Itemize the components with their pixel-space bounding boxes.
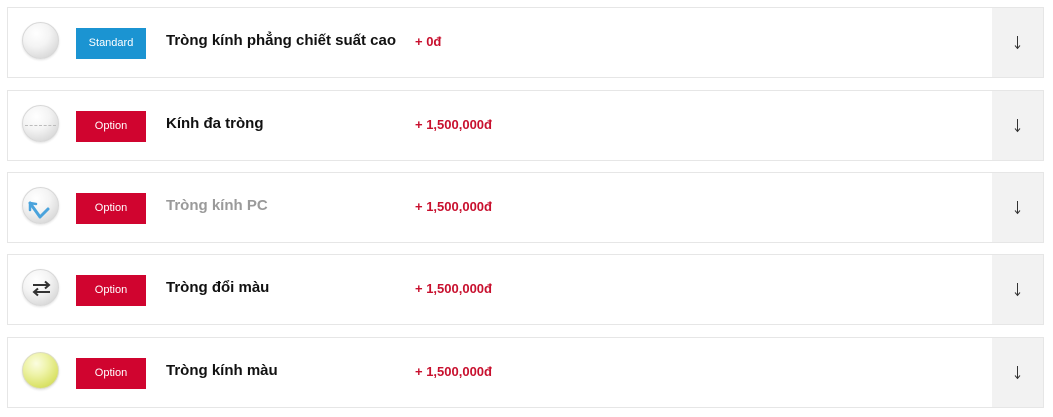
standard-badge: Standard — [76, 28, 146, 59]
lens-option-row[interactable]: Standard Tròng kính phẳng chiết suất cao… — [7, 7, 1044, 78]
expand-button[interactable] — [992, 91, 1043, 160]
progressive-lens-icon — [22, 105, 59, 142]
option-name: Tròng đổi màu — [166, 279, 270, 296]
option-price: + 1,500,000đ — [415, 364, 492, 379]
option-name: Tròng kính màu — [166, 362, 278, 379]
lens-option-row[interactable]: Option Tròng kính PC + 1,500,000đ — [7, 172, 1044, 243]
option-badge: Option — [76, 275, 146, 306]
option-name: Tròng kính phẳng chiết suất cao — [166, 32, 397, 49]
photochromic-lens-icon — [22, 269, 59, 306]
lens-option-row[interactable]: Option Tròng đổi màu + 1,500,000đ — [7, 254, 1044, 325]
option-badge: Option — [76, 358, 146, 389]
option-price: + 1,500,000đ — [415, 281, 492, 296]
option-price: + 1,500,000đ — [415, 199, 492, 214]
arrow-down-icon — [1014, 283, 1021, 297]
arrow-down-icon — [1014, 366, 1021, 380]
pc-lens-icon — [22, 187, 59, 224]
option-name: Kính đa tròng — [166, 115, 264, 132]
expand-button[interactable] — [992, 173, 1043, 242]
option-badge: Option — [76, 111, 146, 142]
arrow-down-icon — [1014, 119, 1021, 133]
option-name: Tròng kính PC — [166, 197, 268, 214]
arrow-down-icon — [1014, 36, 1021, 50]
expand-button[interactable] — [992, 255, 1043, 324]
tinted-lens-icon — [22, 352, 59, 389]
option-price: + 0đ — [415, 34, 442, 49]
expand-button[interactable] — [992, 8, 1043, 77]
clear-lens-icon — [22, 22, 59, 59]
lens-option-row[interactable]: Option Kính đa tròng + 1,500,000đ — [7, 90, 1044, 161]
lens-option-row[interactable]: Option Tròng kính màu + 1,500,000đ — [7, 337, 1044, 408]
option-price: + 1,500,000đ — [415, 117, 492, 132]
option-badge: Option — [76, 193, 146, 224]
arrow-down-icon — [1014, 201, 1021, 215]
expand-button[interactable] — [992, 338, 1043, 407]
